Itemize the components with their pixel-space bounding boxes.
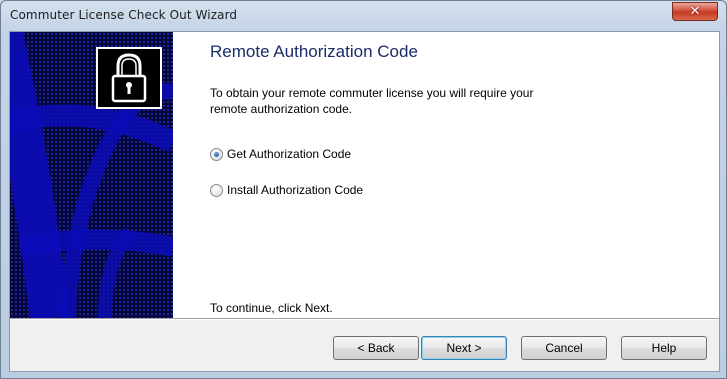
wizard-window: Commuter License Check Out Wizard ✕ Remo… [0,0,727,379]
instructions-text: To obtain your remote commuter license y… [210,85,570,117]
help-button[interactable]: Help [621,336,707,360]
radio-button[interactable] [210,183,223,197]
close-button[interactable]: ✕ [672,2,718,21]
radio-button-selected[interactable] [210,147,223,161]
option-label[interactable]: Install Authorization Code [227,183,363,197]
option-label[interactable]: Get Authorization Code [227,147,351,161]
padlock-icon [111,53,147,103]
window-title: Commuter License Check Out Wizard [10,8,238,22]
button-area-divider [10,318,719,320]
title-bar[interactable]: Commuter License Check Out Wizard ✕ [1,1,726,31]
option-install-authorization-code[interactable]: Install Authorization Code [210,183,363,197]
next-button[interactable]: Next > [421,336,507,360]
close-icon: ✕ [689,4,701,19]
wizard-client-area: Remote Authorization Code To obtain your… [9,31,720,372]
wizard-content-panel: Remote Authorization Code To obtain your… [173,32,719,318]
instructions-line-1: To obtain your remote commuter license y… [210,86,534,100]
cancel-button[interactable]: Cancel [521,336,607,360]
back-button[interactable]: < Back [333,336,419,360]
continue-hint: To continue, click Next. [210,301,333,315]
instructions-line-2: remote authorization code. [210,102,353,116]
wizard-side-banner [10,32,173,318]
lock-icon-box [96,47,162,109]
page-title: Remote Authorization Code [210,42,418,61]
option-get-authorization-code[interactable]: Get Authorization Code [210,147,351,161]
